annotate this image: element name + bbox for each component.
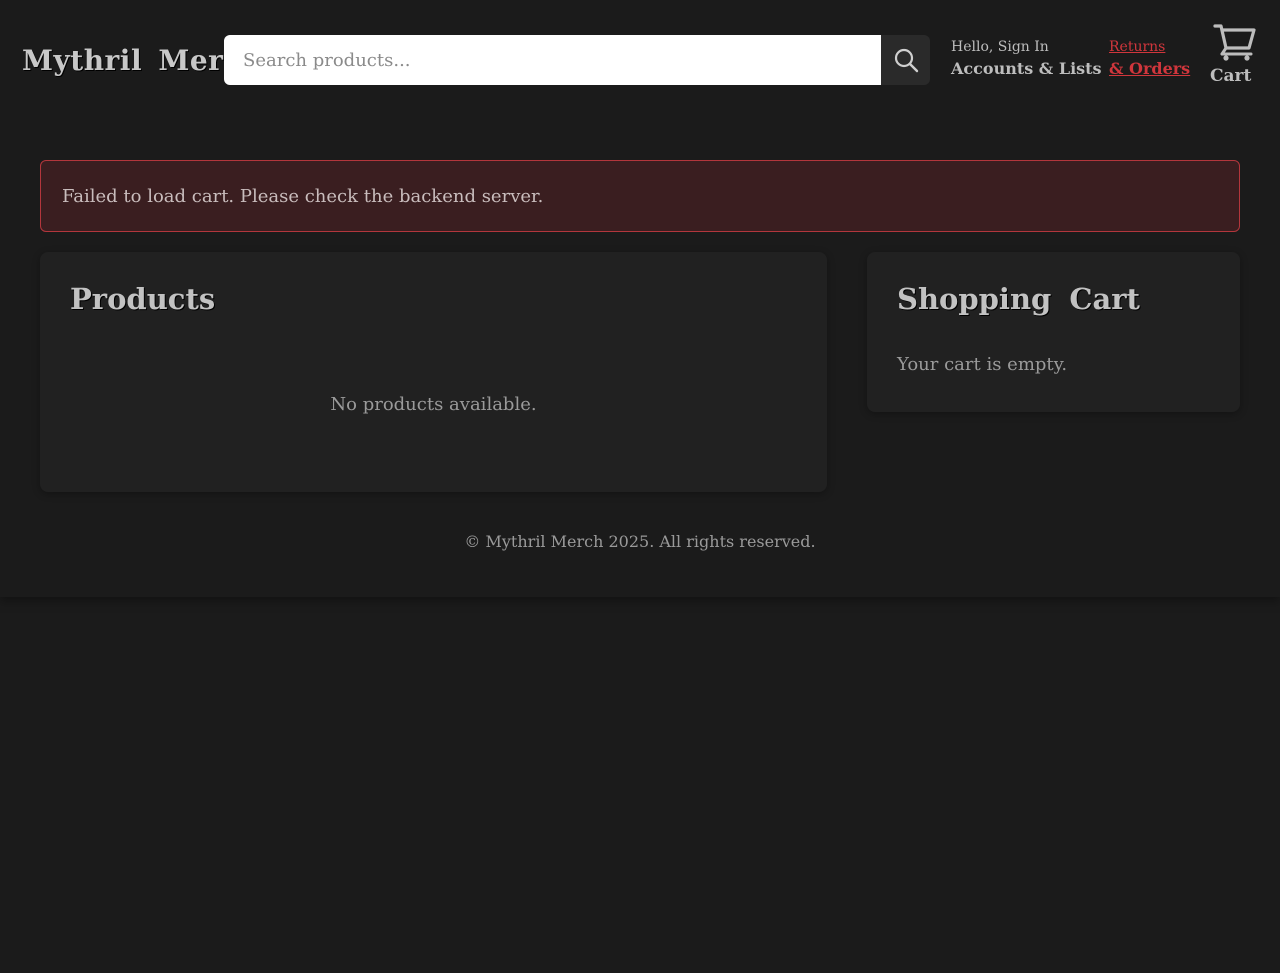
search-input[interactable] bbox=[224, 35, 881, 85]
site-footer: © Mythril Merch 2025. All rights reserve… bbox=[0, 532, 1280, 551]
products-panel: Products No products available. bbox=[40, 252, 827, 492]
copyright-text: © Mythril Merch 2025. All rights reserve… bbox=[464, 532, 816, 551]
search-bar bbox=[224, 35, 930, 85]
shopping-cart-panel: Shopping Cart Your cart is empty. bbox=[867, 252, 1240, 412]
cart-icon bbox=[1213, 24, 1256, 61]
no-products-message: No products available. bbox=[330, 394, 537, 415]
orders-label: & Orders bbox=[1109, 59, 1191, 78]
returns-orders-link[interactable]: Returns & Orders bbox=[1109, 38, 1190, 82]
returns-label: Returns bbox=[1109, 39, 1166, 55]
page: Mythril Merch Hello, Sign In Accounts & … bbox=[0, 0, 1280, 597]
search-button[interactable] bbox=[881, 35, 930, 85]
site-header: Mythril Merch Hello, Sign In Accounts & … bbox=[0, 0, 1280, 120]
error-banner: Failed to load cart. Please check the ba… bbox=[40, 160, 1240, 232]
cart-button[interactable]: Cart bbox=[1210, 22, 1262, 86]
account-lists-label: Accounts & Lists bbox=[951, 59, 1102, 78]
shopping-cart-title: Shopping Cart bbox=[897, 282, 1140, 316]
products-title: Products bbox=[70, 282, 216, 316]
empty-cart-message: Your cart is empty. bbox=[897, 354, 1068, 375]
search-icon bbox=[894, 48, 918, 73]
account-menu[interactable]: Hello, Sign In Accounts & Lists bbox=[951, 38, 1102, 82]
cart-label: Cart bbox=[1210, 66, 1252, 86]
error-message: Failed to load cart. Please check the ba… bbox=[62, 185, 544, 207]
account-greeting: Hello, Sign In bbox=[951, 39, 1049, 55]
